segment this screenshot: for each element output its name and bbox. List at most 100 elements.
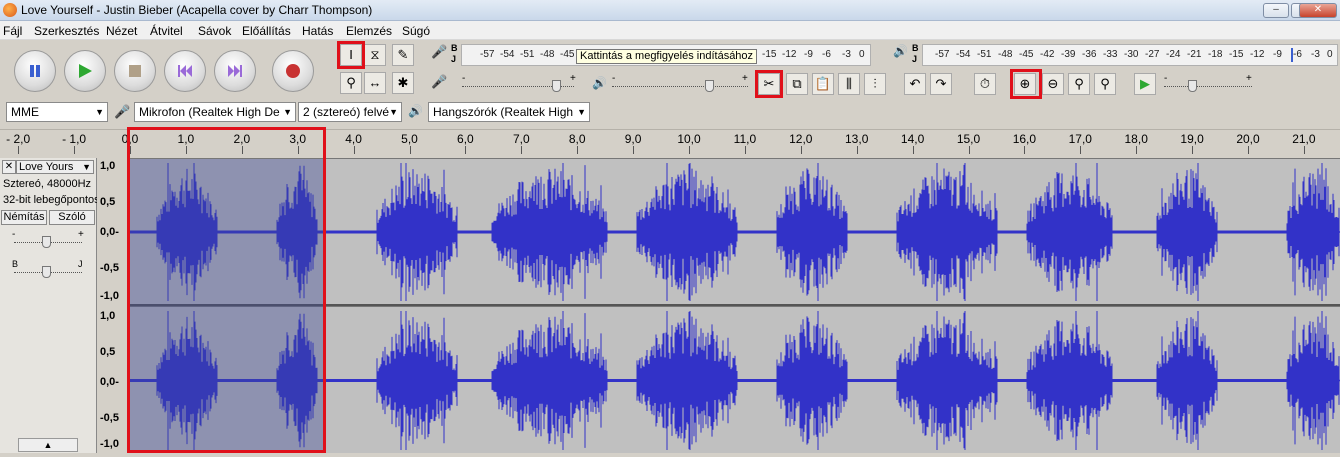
timeline-tick [1024,146,1026,154]
meter-tick: -45 [1019,49,1034,60]
track-format: Sztereó, 48000Hz [3,178,92,190]
meter-tick: -36 [1082,49,1097,60]
timeline-tick [1136,146,1138,154]
gain-slider[interactable] [42,236,51,248]
paste-button[interactable]: 📋 [812,73,834,95]
solo-button[interactable]: Szóló [49,210,95,225]
menu-view[interactable]: Nézet [106,24,137,38]
timeline-label: 18,0 [1124,132,1148,146]
skip-to-start-button[interactable] [164,50,206,92]
speaker-icon: 🔊 [893,44,908,58]
mute-button[interactable]: Némítás [1,210,47,225]
play-level-marker [1291,48,1293,62]
audio-host-select[interactable]: MME ▼ [6,102,108,122]
menu-help[interactable]: Súgó [402,24,430,38]
zoom-in-button[interactable]: ⊕ [1014,73,1036,95]
close-icon: ✕ [4,161,14,172]
fit-project-button[interactable]: ⚲ [1094,73,1116,95]
minimize-button[interactable]: – [1263,3,1289,18]
meter-tick: 0 [1327,49,1333,60]
timeline-label: 0,0 [121,132,139,146]
draw-tool[interactable]: ✎ [392,44,414,66]
microphone-icon: 🎤 [114,104,131,119]
menu-file[interactable]: Fájl [3,24,22,38]
timeline-tick [1080,146,1082,154]
timeline-label: 14,0 [900,132,925,146]
stop-icon [129,65,141,77]
track-name: Love Yours [19,161,74,173]
envelope-icon: ⧖ [370,47,380,62]
cut-button[interactable]: ✂ [758,73,780,95]
chevron-down-icon: ▼ [283,107,292,117]
trim-audio-icon: ⫼ [846,76,852,91]
menu-generate[interactable]: Előállítás [242,24,291,38]
menu-effect[interactable]: Hatás [302,24,333,38]
meter-tick: -57 [935,49,950,60]
pan-slider[interactable] [42,266,51,278]
menu-analyze[interactable]: Elemzés [346,24,392,38]
silence-button[interactable]: ⫶ [864,73,886,95]
record-volume-slider[interactable] [552,80,561,92]
record-icon [286,64,300,78]
pause-button[interactable] [14,50,56,92]
i-beam-icon: I [349,47,353,62]
sync-lock-button[interactable]: ⏱ [974,73,996,95]
meter-tick: -51 [520,49,535,60]
menu-edit[interactable]: Szerkesztés [34,24,99,38]
amplitude-label: 0,5 [100,196,116,208]
recording-device-value: Mikrofon (Realtek High De [139,105,280,119]
meter-tick: -15 [762,49,777,60]
undo-button[interactable]: ↶ [904,73,926,95]
playback-meter[interactable]: -57 -54 -51 -48 -45 -42 -39 -36 -33 -30 … [922,44,1338,66]
envelope-tool[interactable]: ⧖ [364,44,386,66]
timeline-label: - 1,0 [62,132,87,146]
play-button[interactable] [64,50,106,92]
timeline-tick [577,146,579,154]
stop-button[interactable] [114,50,156,92]
amplitude-label: 1,0 [100,160,116,172]
record-volume-minus: - [462,73,466,84]
selected-region[interactable] [130,159,325,453]
zoom-out-button[interactable]: ⊖ [1042,73,1064,95]
menu-transport[interactable]: Átvitel [150,24,183,38]
recording-device-select[interactable]: Mikrofon (Realtek High De ▼ [134,102,296,122]
fit-project-icon: ⚲ [1100,76,1110,91]
time-shift-tool[interactable]: ↔ [364,72,386,94]
record-button[interactable] [272,50,314,92]
zoom-tool[interactable]: ⚲ [340,72,362,94]
meter-tick: -12 [1250,49,1265,60]
play-at-speed-button[interactable]: ▶ [1134,73,1156,95]
menu-tracks[interactable]: Sávok [198,24,231,38]
meter-tick: -57 [480,49,495,60]
amplitude-label: 0,0- [100,376,119,388]
timeline-tick [521,146,523,154]
timeline-label: 12,0 [789,132,813,146]
copy-button[interactable]: ⧉ [786,73,808,95]
track-bit-depth: 32-bit lebegőpontos [3,194,100,206]
timeline-tick [185,146,187,154]
meter-tick: -6 [822,49,831,60]
timeline-tick [1248,146,1249,154]
skip-to-end-button[interactable] [214,50,256,92]
collapse-track-button[interactable]: ▲ [18,438,78,452]
timeline-label: 1,0 [177,132,195,146]
redo-button[interactable]: ↷ [930,73,952,95]
playback-volume-slider[interactable] [705,80,714,92]
amplitude-label: 0,5 [100,346,116,358]
zoom-out-icon: ⊖ [1047,76,1059,91]
close-track-button[interactable]: ✕ [2,160,16,174]
play-speed-slider[interactable] [1188,80,1197,92]
playback-volume-track [612,86,748,87]
multi-tool[interactable]: ✱ [392,72,414,94]
meter-tick: -27 [1145,49,1160,60]
track-name-menu[interactable]: Love Yours ▼ [16,160,94,174]
fit-selection-button[interactable]: ⚲ [1068,73,1090,95]
meter-tick: -9 [1273,49,1282,60]
trim-button[interactable]: ⫼ [838,73,860,95]
playback-device-select[interactable]: Hangszórók (Realtek High ▼ [428,102,590,122]
recording-channels-select[interactable]: 2 (sztereó) felvé ▼ [298,102,402,122]
close-button[interactable]: ✕ [1299,3,1337,18]
amplitude-label: -1,0 [100,290,119,302]
selection-tool[interactable]: I [340,44,362,66]
double-arrow-icon: ↔ [368,75,382,90]
